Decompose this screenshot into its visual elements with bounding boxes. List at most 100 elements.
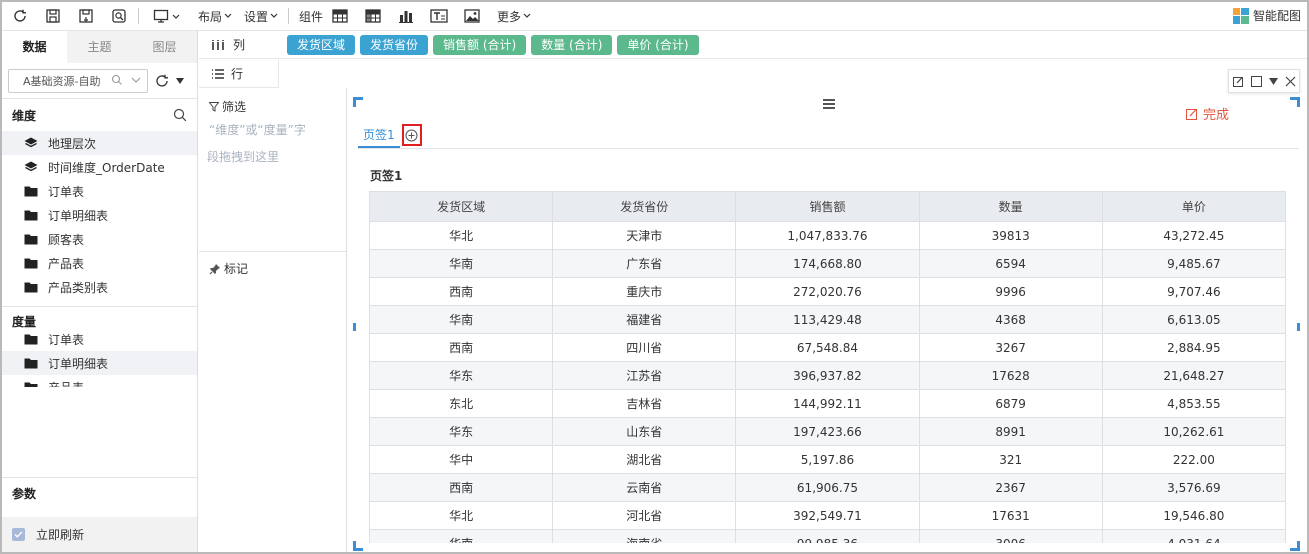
table-cell[interactable]: 1,047,833.76 [735,221,920,250]
table-cell[interactable]: 9996 [918,277,1103,306]
smart-chart-button[interactable]: 智能配图 [1232,7,1301,24]
field-pill[interactable]: 发货省份 [360,34,429,55]
table-cell[interactable]: 144,992.11 [735,389,920,418]
table-cell[interactable]: 61,906.75 [735,473,920,502]
field-pill[interactable]: 销售额 (合计) [433,34,527,55]
table-cell[interactable]: 华中 [369,445,554,474]
table-cell[interactable]: 东北 [369,389,554,418]
table-cell[interactable]: 江苏省 [552,361,737,390]
tree-item[interactable]: 时间维度_OrderDate [2,155,197,179]
instant-refresh-checkbox[interactable] [12,528,25,541]
table-cell[interactable]: 6879 [918,389,1103,418]
edit-icon[interactable] [1232,76,1244,87]
table-cell[interactable]: 华南 [369,249,554,278]
filter-drop-hint[interactable]: “维度”或“度量”字 段拖拽到这里 [199,117,346,171]
table-cell[interactable]: 174,668.80 [735,249,920,278]
table-cell[interactable]: 华北 [369,221,554,250]
text-box-icon[interactable] [430,7,448,25]
image-icon[interactable] [463,7,481,25]
tab-data[interactable]: 数据 [2,31,67,63]
table-cell[interactable]: 山东省 [552,417,737,446]
monitor-icon[interactable] [152,7,170,25]
maximize-icon[interactable] [1250,75,1262,87]
table-cell[interactable]: 四川省 [552,333,737,362]
table-cell[interactable]: 西南 [369,473,554,502]
tree-item[interactable]: 顾客表 [2,227,197,251]
field-pill[interactable]: 数量 (合计) [531,34,613,55]
table-cell[interactable]: 197,423.66 [735,417,920,446]
table-cell[interactable]: 99,985.36 [735,529,920,543]
preview-icon[interactable] [110,7,128,25]
done-button[interactable]: 完成 [1186,104,1229,123]
tree-item[interactable]: 产品表 [2,251,197,275]
table-cell[interactable]: 6,613.05 [1101,305,1286,334]
table-cell[interactable]: 3006 [918,529,1103,543]
search-icon[interactable] [173,108,187,122]
table-cell[interactable]: 9,707.46 [1101,277,1286,306]
table-cell[interactable]: 272,020.76 [735,277,920,306]
table-cell[interactable]: 河北省 [552,501,737,530]
tree-item[interactable]: 订单表 [2,179,197,203]
close-icon[interactable] [1285,76,1296,87]
table-cell[interactable]: 3,576.69 [1101,473,1286,502]
table-cell[interactable]: 19,546.80 [1101,501,1286,530]
table-cell[interactable]: 海南省 [552,529,737,543]
table-cell[interactable]: 华东 [369,417,554,446]
caret-down-icon[interactable] [1268,77,1278,85]
table-cell[interactable]: 396,937.82 [735,361,920,390]
tab-layers[interactable]: 图层 [132,31,197,63]
table-cell[interactable]: 华南 [369,529,554,543]
field-pill[interactable]: 单价 (合计) [617,34,699,55]
caret-down-icon[interactable] [176,77,184,84]
refresh-icon[interactable] [11,7,29,25]
column-header[interactable]: 销售额 [735,191,920,222]
column-header[interactable]: 数量 [918,191,1103,222]
table-cell[interactable]: 43,272.45 [1101,221,1286,250]
table-cell[interactable]: 9,485.67 [1101,249,1286,278]
table-cell[interactable]: 39813 [918,221,1103,250]
table-cell[interactable]: 17628 [918,361,1103,390]
table-cell[interactable]: 3267 [918,333,1103,362]
field-pill[interactable]: 发货区域 [287,34,356,55]
resize-handle-left[interactable] [353,323,356,331]
table-cell[interactable]: 21,648.27 [1101,361,1286,390]
table-cell[interactable]: 重庆市 [552,277,737,306]
table-cell[interactable]: 湖北省 [552,445,737,474]
data-source-select[interactable]: A基础资源-自助 [8,68,148,93]
tab-page-1[interactable]: 页签1 [358,122,400,148]
layout-menu[interactable]: 布局 [198,8,232,25]
resize-handle-right[interactable] [1297,323,1300,331]
table-cell[interactable]: 华南 [369,305,554,334]
table-cell[interactable]: 4,031.64 [1101,529,1286,543]
tree-item[interactable]: 订单明细表 [2,203,197,227]
selection-corner[interactable] [1290,97,1300,107]
tree-item[interactable]: 产品类别表 [2,275,197,299]
table-cell[interactable]: 4,853.55 [1101,389,1286,418]
instant-refresh-option[interactable]: 立即刷新 [2,517,197,552]
drag-handle-icon[interactable] [823,99,835,109]
tree-item[interactable]: 产品表 [2,375,197,387]
tree-item[interactable]: 订单表 [2,327,197,351]
bar-chart-icon[interactable] [397,7,415,25]
column-header[interactable]: 发货区域 [369,191,554,222]
table-cell[interactable]: 222.00 [1101,445,1286,474]
table-cell[interactable]: 华北 [369,501,554,530]
table-cell[interactable]: 321 [918,445,1103,474]
tree-item[interactable]: 订单明细表 [2,351,197,375]
table-cell[interactable]: 天津市 [552,221,737,250]
table-cell[interactable]: 云南省 [552,473,737,502]
table-icon[interactable] [331,7,349,25]
table-cell[interactable]: 8991 [918,417,1103,446]
table-cell[interactable]: 5,197.86 [735,445,920,474]
column-header[interactable]: 发货省份 [552,191,737,222]
table-cell[interactable]: 2367 [918,473,1103,502]
table-cell[interactable]: 17631 [918,501,1103,530]
table-cell[interactable]: 10,262.61 [1101,417,1286,446]
data-table-container[interactable]: 发货区域 发货省份 销售额 数量 单价 华北 天津市 1,047,833.76 39813 43… [369,191,1286,543]
refresh-icon[interactable] [154,73,170,89]
settings-menu[interactable]: 设置 [244,8,278,25]
table-cell[interactable]: 2,884.95 [1101,333,1286,362]
table-cell[interactable]: 西南 [369,333,554,362]
selection-corner[interactable] [353,541,363,551]
table-cell[interactable]: 西南 [369,277,554,306]
